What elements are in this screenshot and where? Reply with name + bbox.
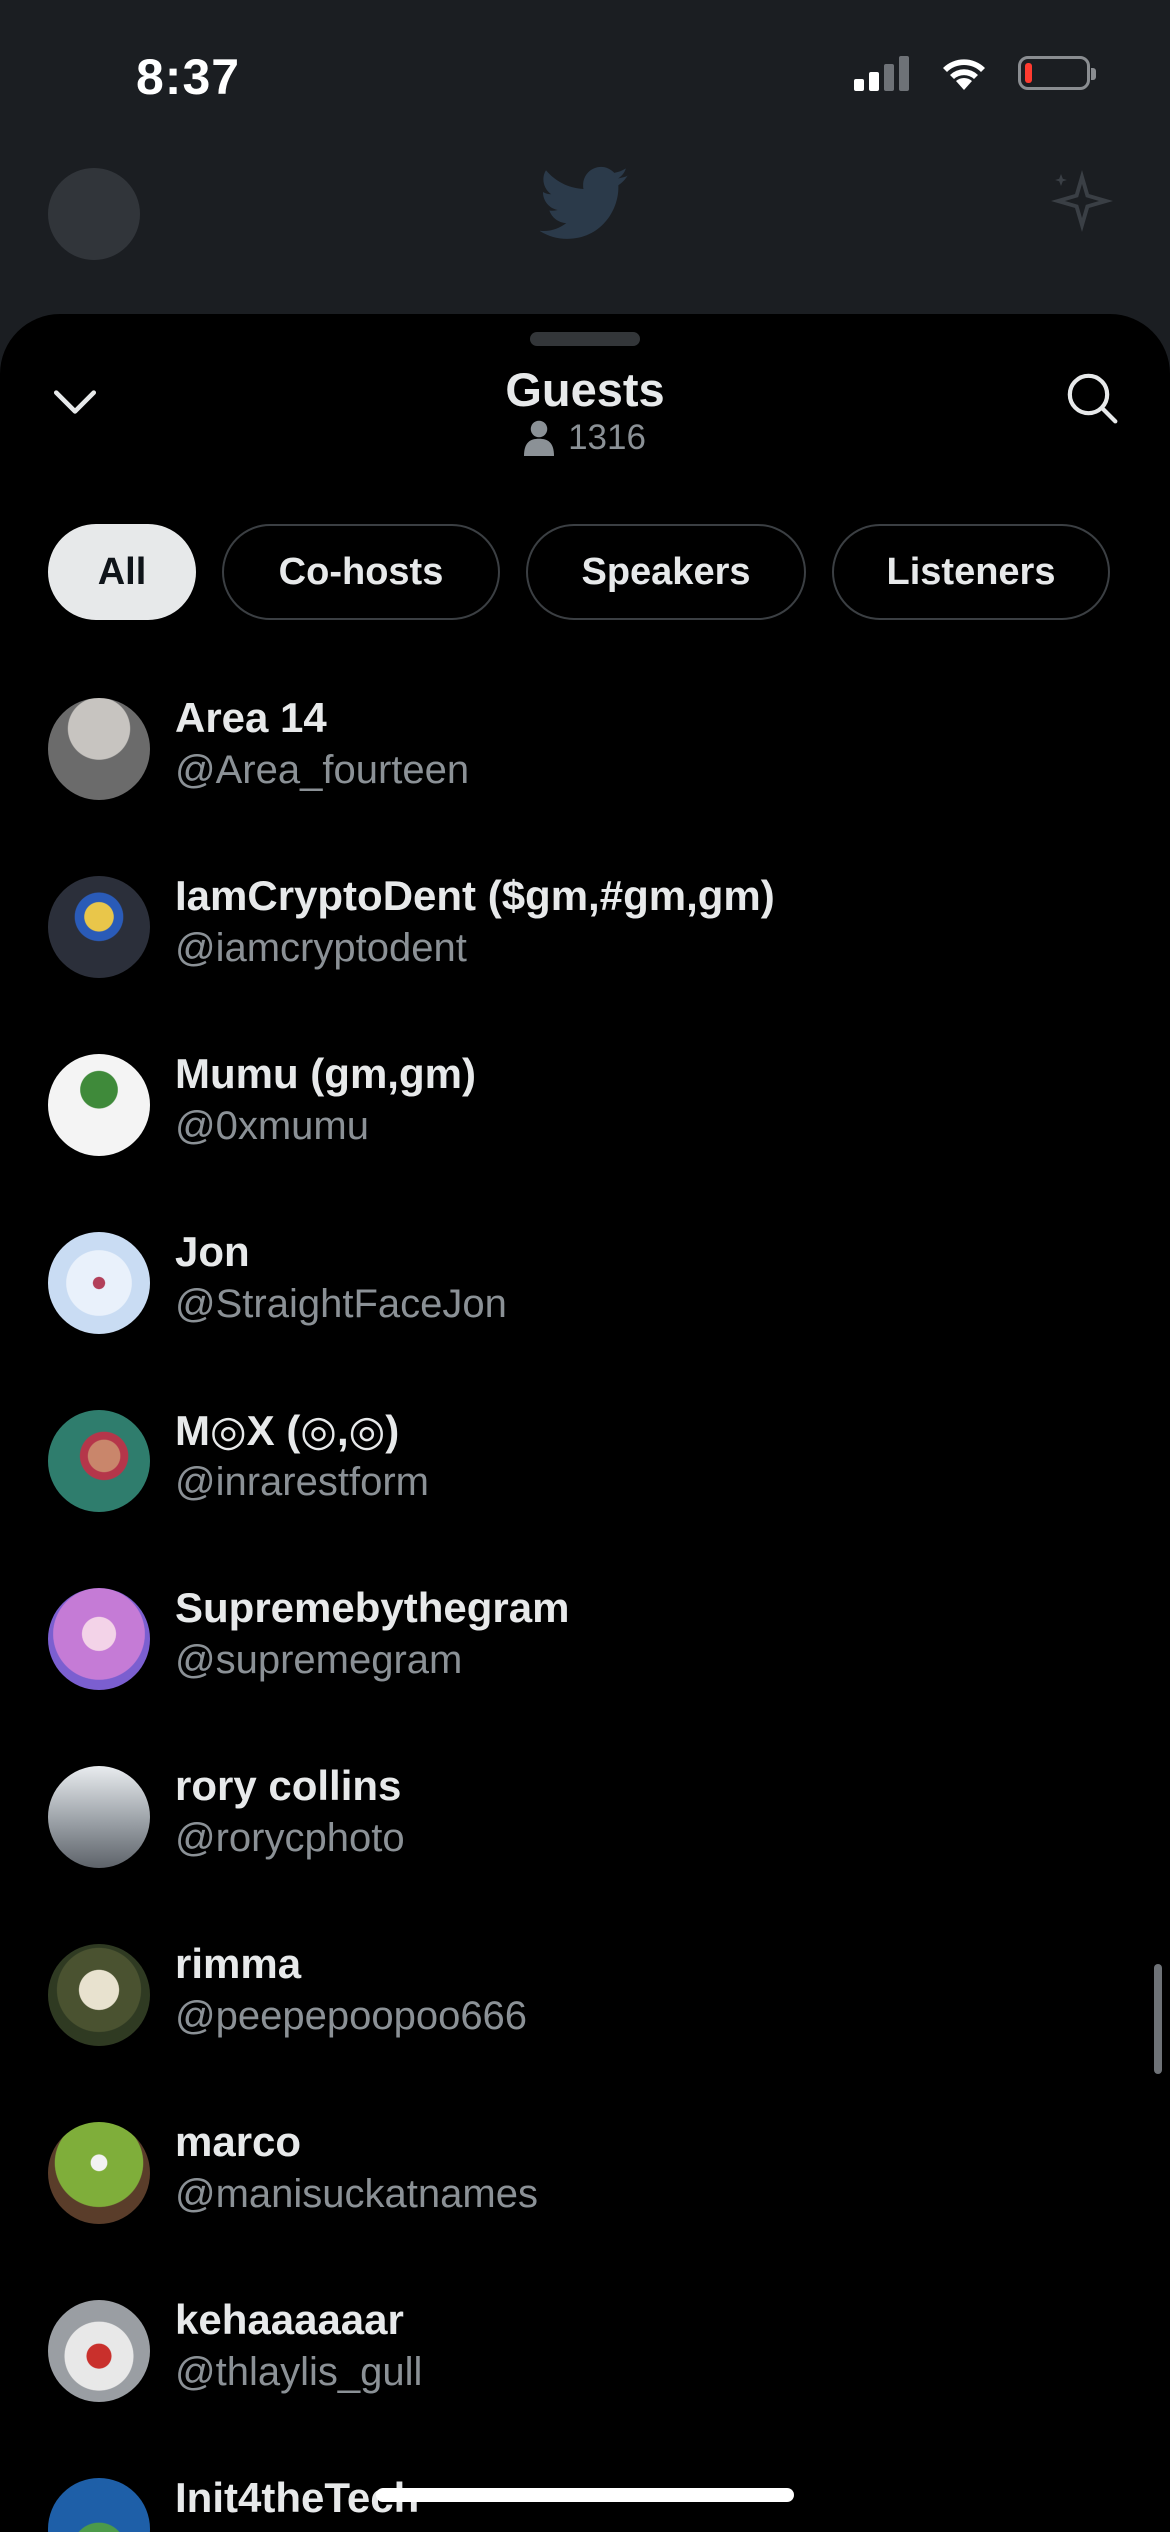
- guest-row[interactable]: rory collins @rorycphoto: [0, 1756, 1170, 1934]
- search-icon[interactable]: [1064, 370, 1120, 426]
- guest-row[interactable]: kehaaaaaar @thlaylis_gull: [0, 2290, 1170, 2468]
- guest-row[interactable]: Supremebythegram @supremegram: [0, 1578, 1170, 1756]
- guest-name: rimma: [175, 1940, 302, 1987]
- guest-count: 1316: [0, 418, 1170, 458]
- guest-handle: @manisuckatnames: [175, 2172, 538, 2216]
- sparkle-icon: [1051, 170, 1113, 232]
- guest-row[interactable]: Mumu (gm,gm) @0xmumu: [0, 1044, 1170, 1222]
- guest-row[interactable]: IamCryptoDent ($gm,#gm,gm) @iamcryptoden…: [0, 866, 1170, 1044]
- battery-icon: [1018, 56, 1096, 90]
- avatar: [48, 1766, 150, 1868]
- guests-sheet: Guests 1316 All Co-hosts Speakers Listen…: [0, 314, 1170, 2532]
- guest-handle: @peepepoopoo666: [175, 1994, 528, 2038]
- guest-name: kehaaaaaar: [175, 2296, 404, 2343]
- avatar: [48, 876, 150, 978]
- twitter-bird-icon: [540, 166, 629, 239]
- guest-row[interactable]: Area 14 @Area_fourteen: [0, 688, 1170, 866]
- guest-name: rory collins: [175, 1762, 402, 1809]
- guest-row[interactable]: rimma @peepepoopoo666: [0, 1934, 1170, 2112]
- status-time: 8:37: [136, 49, 241, 105]
- wifi-icon: [943, 59, 985, 90]
- guest-handle: @supremegram: [175, 1638, 463, 1682]
- guest-handle: @StraightFaceJon: [175, 1282, 507, 1326]
- guest-count-value: 1316: [568, 418, 646, 457]
- avatar: [48, 2478, 150, 2532]
- tab-speakers[interactable]: Speakers: [526, 524, 806, 620]
- tab-listeners[interactable]: Listeners: [832, 524, 1110, 620]
- guest-handle: @iamcryptodent: [175, 926, 467, 970]
- guest-row[interactable]: Jon @StraightFaceJon: [0, 1222, 1170, 1400]
- guest-handle: @Area_fourteen: [175, 748, 470, 792]
- scrollbar[interactable]: [1154, 1964, 1162, 2074]
- background-header: [0, 150, 1170, 260]
- tab-co-hosts[interactable]: Co-hosts: [222, 524, 500, 620]
- avatar: [48, 1410, 150, 1512]
- guest-name: Mumu (gm,gm): [175, 1050, 476, 1097]
- sheet-grabber[interactable]: [530, 332, 640, 346]
- avatar: [48, 1054, 150, 1156]
- guest-handle: @rorycphoto: [175, 1816, 405, 1860]
- guest-name: marco: [175, 2118, 302, 2165]
- avatar: [48, 2300, 150, 2402]
- status-icons: [854, 54, 1096, 92]
- avatar: [48, 1944, 150, 2046]
- tab-all[interactable]: All: [48, 524, 196, 620]
- avatar: [48, 698, 150, 800]
- person-icon: [524, 420, 555, 456]
- guest-handle: @0xmumu: [175, 1104, 369, 1148]
- guest-name: Jon: [175, 1228, 250, 1275]
- guest-row[interactable]: marco @manisuckatnames: [0, 2112, 1170, 2290]
- avatar: [48, 2122, 150, 2224]
- sheet-title: Guests: [505, 363, 665, 416]
- guest-handle: @inrarestform: [175, 1460, 429, 1504]
- avatar: [48, 1588, 150, 1690]
- guest-name: IamCryptoDent ($gm,#gm,gm): [175, 872, 775, 919]
- cellular-signal-icon: [854, 56, 909, 91]
- guest-name: Supremebythegram: [175, 1584, 570, 1631]
- guest-row[interactable]: M◎X (◎,◎) @inrarestform: [0, 1400, 1170, 1578]
- profile-avatar: [48, 168, 140, 260]
- guest-name: Area 14: [175, 694, 327, 741]
- filter-tabs: All Co-hosts Speakers Listeners: [48, 524, 1110, 620]
- home-indicator[interactable]: [376, 2488, 794, 2502]
- guest-name: M◎X (◎,◎): [175, 1407, 400, 1454]
- guest-handle: @thlaylis_gull: [175, 2350, 423, 2394]
- avatar: [48, 1232, 150, 1334]
